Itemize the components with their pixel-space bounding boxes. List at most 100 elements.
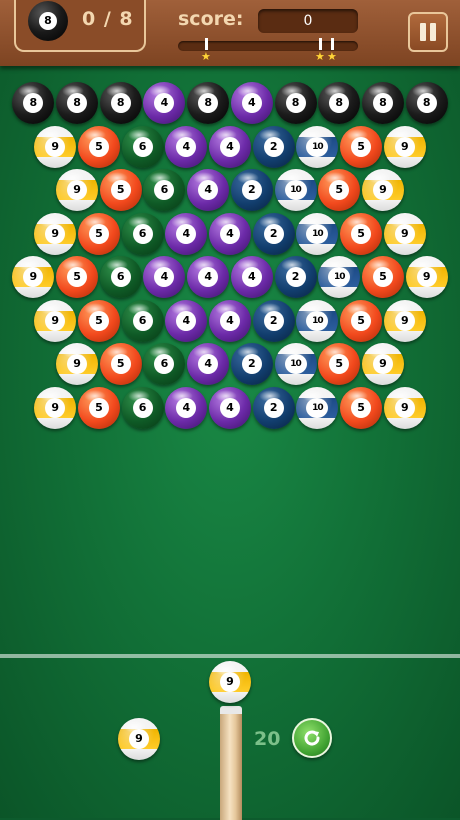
ball-number: 4 [241, 93, 262, 113]
billiard-ball: 9 [34, 386, 77, 429]
billiard-ball: 9 [361, 343, 404, 385]
billiard-ball: 4 [165, 386, 208, 429]
billiard-ball: 9 [383, 212, 426, 255]
billiard-ball: 8 [318, 82, 361, 124]
billiard-ball: 6 [121, 299, 164, 342]
ball-number: 6 [154, 180, 175, 200]
eight-ball-icon: 8 [28, 1, 68, 41]
billiard-ball: 9 [56, 169, 99, 211]
billiard-ball: 9 [383, 299, 426, 342]
ball-number: 5 [351, 136, 372, 157]
billiard-ball: 10 [274, 169, 317, 211]
ball-number: 8 [416, 93, 437, 113]
billiard-ball: 5 [318, 169, 361, 211]
ball-number: 4 [220, 136, 240, 157]
billiard-ball: 5 [340, 299, 383, 342]
ball-number: 10 [284, 180, 307, 200]
ball-number: 9 [220, 672, 240, 692]
score-label: score: [178, 8, 244, 30]
billiard-ball: 10 [296, 386, 339, 429]
ball-number: 9 [129, 729, 149, 749]
goal-counter-panel: 8 0 / 8 [14, 0, 146, 52]
swap-arrow-icon [304, 730, 320, 746]
billiard-ball: 10 [296, 125, 339, 168]
ball-number: 8 [23, 93, 44, 113]
swap-ball-button[interactable] [292, 718, 332, 758]
billiard-ball: 6 [121, 212, 164, 255]
ball-number: 9 [394, 136, 415, 157]
ball-number: 9 [394, 223, 415, 244]
ball-number: 5 [351, 397, 372, 418]
cue-stick[interactable] [220, 708, 242, 820]
ball-number: 2 [263, 397, 284, 418]
billiard-ball: 5 [318, 343, 361, 385]
ball-number: 5 [351, 310, 372, 331]
ball-number: 2 [263, 310, 284, 331]
star-icon: ★ [327, 50, 337, 63]
goal-counter-text: 0 / 8 [82, 8, 134, 30]
ball-number: 8 [329, 93, 350, 113]
ball-number: 5 [88, 397, 109, 418]
billiard-ball: 10 [274, 343, 317, 385]
billiard-ball: 5 [340, 386, 383, 429]
billiard-ball: 10 [296, 212, 339, 255]
billiard-ball: 8 [405, 82, 448, 124]
billiard-ball: 5 [361, 256, 404, 298]
ball-number: 10 [284, 354, 307, 374]
ball-number: 8 [67, 93, 88, 113]
star-icon: ★ [315, 50, 325, 63]
billiard-ball: 8 [274, 82, 317, 124]
billiard-ball: 8 [99, 82, 142, 124]
billiard-ball: 4 [209, 125, 251, 168]
ball-number: 9 [372, 354, 393, 374]
ball-number: 5 [67, 267, 88, 287]
ball-number: 5 [88, 136, 109, 157]
billiard-ball: 2 [252, 212, 295, 255]
billiard-ball: 9 [34, 299, 77, 342]
ball-number: 4 [220, 397, 240, 418]
ball-number: 9 [394, 310, 415, 331]
ball-number: 5 [329, 180, 350, 200]
billiard-ball: 4 [230, 256, 273, 298]
billiard-ball: 4 [165, 299, 208, 342]
ball-number: 4 [198, 267, 219, 287]
billiard-ball: 6 [121, 125, 164, 168]
ball-number: 5 [88, 223, 109, 244]
billiard-ball: 4 [209, 212, 251, 255]
billiard-ball: 4 [187, 169, 230, 211]
cue-tip [220, 706, 242, 714]
ball-number: 2 [285, 267, 306, 287]
ball-number: 5 [110, 180, 131, 200]
ball-number: 9 [45, 310, 66, 331]
current-shooter-ball[interactable]: 9 [209, 661, 251, 703]
top-bar: 8 0 / 8 score: 0 ★ ★ ★ [0, 0, 460, 66]
ball-number: 4 [220, 310, 240, 331]
billiard-ball: 5 [99, 169, 142, 211]
pause-button[interactable] [408, 12, 448, 52]
billiard-ball: 5 [77, 212, 120, 255]
billiard-ball: 5 [77, 386, 120, 429]
billiard-ball: 4 [187, 256, 230, 298]
ball-number: 10 [306, 223, 329, 244]
billiard-ball: 5 [340, 125, 383, 168]
ball-number: 4 [176, 397, 197, 418]
ball-number: 4 [220, 223, 240, 244]
billiard-ball: 9 [34, 125, 77, 168]
score-value: 0 [258, 9, 358, 33]
ball-number: 2 [241, 354, 262, 374]
billiard-ball: 2 [230, 169, 273, 211]
billiard-ball: 4 [165, 125, 208, 168]
goal-ball-number: 8 [39, 12, 57, 30]
ball-number: 4 [241, 267, 262, 287]
ball-number: 9 [416, 267, 437, 287]
billiard-ball: 5 [99, 343, 142, 385]
billiard-ball: 8 [56, 82, 99, 124]
ball-number: 9 [372, 180, 393, 200]
ball-number: 9 [394, 397, 415, 418]
billiard-ball: 5 [77, 125, 120, 168]
next-ball[interactable]: 9 [118, 718, 160, 760]
billiard-ball: 4 [209, 386, 251, 429]
billiard-ball: 5 [340, 212, 383, 255]
billiard-ball: 4 [187, 343, 230, 385]
ball-number: 10 [306, 397, 329, 418]
